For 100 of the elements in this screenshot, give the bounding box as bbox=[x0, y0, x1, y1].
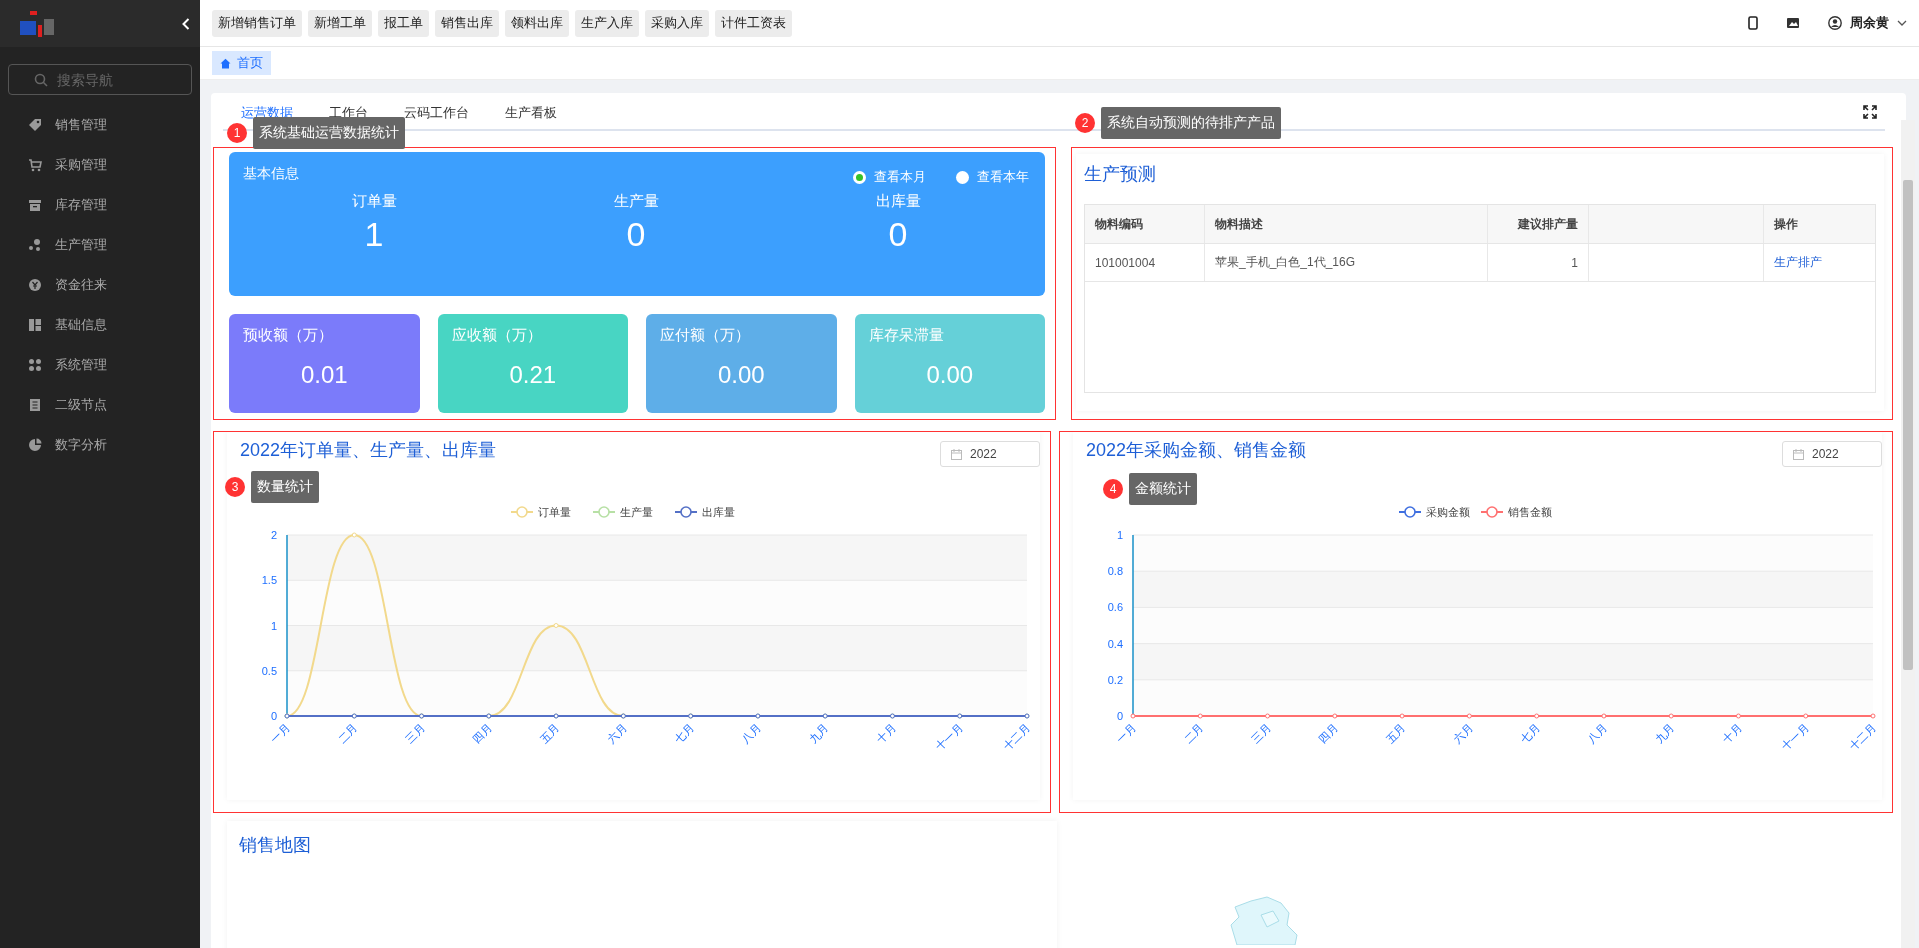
toolbar-button[interactable]: 采购入库 bbox=[645, 9, 709, 37]
toolbar-button[interactable]: 领料出库 bbox=[505, 9, 569, 37]
legend-label: 出库量 bbox=[702, 506, 735, 518]
step-badge: 1 bbox=[227, 123, 247, 143]
nav-item[interactable]: 基础信息 bbox=[0, 305, 200, 345]
user-icon bbox=[1828, 16, 1842, 30]
nav-item[interactable]: 生产管理 bbox=[0, 225, 200, 265]
scrollbar[interactable] bbox=[1901, 120, 1915, 948]
chart-title: 2022年订单量、生产量、出库量 bbox=[240, 439, 497, 462]
x-tick-label: 五月 bbox=[1383, 720, 1408, 745]
table-cell: 1 bbox=[1571, 255, 1578, 270]
stat-label: 出库量 bbox=[875, 192, 921, 211]
page-tag[interactable]: 首页 bbox=[212, 51, 271, 75]
apps-icon bbox=[28, 358, 42, 372]
home-icon bbox=[220, 57, 231, 69]
tag-icon bbox=[28, 118, 42, 132]
nav-item[interactable]: 系统管理 bbox=[0, 345, 200, 385]
card-title: 基本信息 bbox=[243, 165, 299, 183]
tooltip: 金额统计 bbox=[1129, 473, 1197, 505]
card-title: 生产预测 bbox=[1084, 163, 1157, 186]
search-icon bbox=[34, 73, 48, 87]
legend-label: 订单量 bbox=[538, 506, 571, 518]
pie-chart-icon bbox=[28, 438, 42, 452]
y-tick-label: 0.4 bbox=[1107, 637, 1123, 650]
x-tick-label: 七月 bbox=[1518, 720, 1543, 745]
metric-value: 0.21 bbox=[509, 361, 557, 389]
x-tick-label: 十二月 bbox=[1846, 720, 1879, 753]
legend-item[interactable]: 采购金额 bbox=[1398, 506, 1470, 518]
fullscreen-icon[interactable] bbox=[1863, 105, 1877, 119]
y-tick-label: 1 bbox=[1116, 529, 1123, 541]
metric-value: 0.00 bbox=[717, 361, 765, 389]
x-tick-label: 八月 bbox=[1585, 720, 1610, 745]
year-picker[interactable]: 2022 bbox=[940, 441, 1040, 467]
metric-label: 应付额（万） bbox=[660, 326, 750, 345]
step-badge: 3 bbox=[225, 477, 245, 497]
tooltip: 数量统计 bbox=[251, 471, 319, 503]
toolbar-button[interactable]: 新增工单 bbox=[308, 9, 372, 37]
x-tick-label: 十月 bbox=[873, 720, 898, 745]
metric-label: 应收额（万） bbox=[451, 326, 542, 345]
stat-value: 0 bbox=[888, 215, 908, 254]
metric-label: 预收额（万） bbox=[243, 326, 333, 345]
user-menu[interactable]: 周余黄 bbox=[1828, 14, 1907, 32]
legend-item[interactable]: 销售金额 bbox=[1480, 506, 1552, 518]
year-picker[interactable]: 2022 bbox=[1782, 441, 1882, 467]
nav-item[interactable]: 二级节点 bbox=[0, 385, 200, 425]
nav-item[interactable]: 资金往来 bbox=[0, 265, 200, 305]
nav-item[interactable]: 库存管理 bbox=[0, 185, 200, 225]
schedule-link[interactable]: 生产排产 bbox=[1774, 254, 1822, 271]
step-badge: 2 bbox=[1075, 113, 1095, 133]
collapse-icon[interactable] bbox=[182, 17, 190, 30]
step-badge: 4 bbox=[1103, 479, 1123, 499]
toolbar-button[interactable]: 生产入库 bbox=[575, 9, 639, 37]
x-tick-label: 三月 bbox=[1248, 720, 1273, 745]
x-tick-label: 十一月 bbox=[933, 720, 966, 753]
card-title: 销售地图 bbox=[239, 834, 312, 857]
x-tick-label: 六月 bbox=[604, 720, 629, 745]
toolbar-button[interactable]: 计件工资表 bbox=[715, 9, 792, 37]
x-tick-label: 六月 bbox=[1450, 720, 1475, 745]
x-tick-label: 十二月 bbox=[1000, 720, 1033, 753]
x-tick-label: 八月 bbox=[739, 720, 764, 745]
y-tick-label: 2 bbox=[270, 529, 277, 541]
y-tick-label: 0.6 bbox=[1107, 601, 1123, 614]
y-tick-label: 0.5 bbox=[261, 664, 277, 677]
x-tick-label: 十一月 bbox=[1779, 720, 1812, 753]
toolbar-button[interactable]: 报工单 bbox=[378, 9, 429, 37]
x-tick-label: 三月 bbox=[402, 720, 427, 745]
tab[interactable]: 云码工作台 bbox=[404, 104, 469, 129]
tooltip: 系统自动预测的待排产产品 bbox=[1101, 107, 1281, 139]
phone-icon[interactable] bbox=[1748, 16, 1758, 30]
legend-item[interactable]: 订单量 bbox=[510, 506, 571, 518]
toolbar-button[interactable]: 新增销售订单 bbox=[212, 9, 302, 37]
y-tick-label: 0 bbox=[1116, 710, 1123, 722]
nav-item[interactable]: 采购管理 bbox=[0, 145, 200, 185]
x-tick-label: 五月 bbox=[537, 720, 562, 745]
legend-item[interactable]: 出库量 bbox=[674, 506, 735, 518]
legend-label: 采购金额 bbox=[1426, 506, 1470, 518]
y-tick-label: 0.8 bbox=[1107, 565, 1123, 578]
nav-item[interactable]: 销售管理 bbox=[0, 105, 200, 145]
legend-item[interactable]: 生产量 bbox=[592, 506, 653, 518]
tooltip: 系统基础运营数据统计 bbox=[253, 117, 405, 149]
x-tick-label: 四月 bbox=[1316, 720, 1341, 745]
stat-value: 1 bbox=[364, 215, 384, 254]
metric-value: 0.00 bbox=[926, 361, 974, 389]
column-header: 建议排产量 bbox=[1488, 205, 1589, 243]
calendar-icon bbox=[951, 448, 962, 460]
column-header: 操作 bbox=[1773, 215, 1799, 233]
x-tick-label: 九月 bbox=[1652, 720, 1677, 745]
tab[interactable]: 生产看板 bbox=[505, 104, 557, 129]
metric-label: 库存呆滞量 bbox=[868, 326, 944, 345]
nav-item[interactable]: 数字分析 bbox=[0, 425, 200, 465]
stat-label: 订单量 bbox=[351, 192, 397, 211]
image-icon[interactable] bbox=[1786, 17, 1800, 29]
table-cell: 101001004 bbox=[1095, 255, 1156, 270]
y-tick-label: 1.5 bbox=[261, 574, 277, 587]
y-tick-label: 0.2 bbox=[1107, 673, 1123, 686]
search-field[interactable]: 搜索导航 bbox=[8, 64, 192, 95]
toolbar-button[interactable]: 销售出库 bbox=[435, 9, 499, 37]
stat-label: 生产量 bbox=[613, 192, 659, 211]
y-tick-label: 1 bbox=[270, 619, 277, 632]
logo-icon bbox=[20, 10, 54, 37]
